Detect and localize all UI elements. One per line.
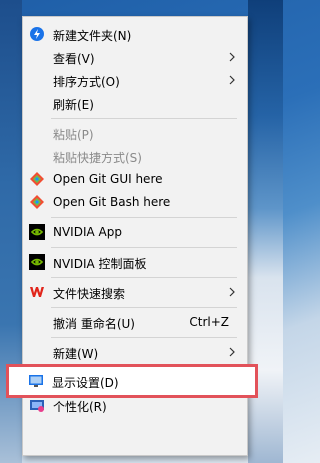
menu-item-label: 查看(V) [53, 52, 95, 66]
chevron-right-icon [227, 344, 237, 360]
menu-item-label: 新建(W) [53, 347, 99, 361]
chevron-right-icon [227, 72, 237, 88]
monitor-icon [28, 373, 44, 389]
menu-item-new-folder[interactable]: 新建文件夹(N) [23, 23, 247, 46]
chevron-right-icon [227, 284, 237, 300]
menu-item-label: 刷新(E) [53, 98, 94, 112]
nvidia-icon [29, 254, 45, 270]
nvidia-icon [29, 224, 45, 240]
menu-item-shortcut: Ctrl+Z [189, 315, 229, 329]
git-diamond-icon [29, 194, 45, 210]
menu-item-label: 文件快速搜索 [53, 287, 126, 301]
chevron-right-icon [227, 49, 237, 65]
menu-item-paste[interactable]: 粘贴(P) [23, 122, 247, 145]
personalize-icon [29, 397, 45, 413]
menu-separator [51, 217, 237, 218]
menu-separator [51, 337, 237, 338]
menu-separator [51, 118, 237, 119]
menu-separator [51, 247, 237, 248]
menu-item-display-settings[interactable]: 显示设置(D) [6, 364, 258, 398]
menu-item-paste-shortcut[interactable]: 粘贴快捷方式(S) [23, 145, 247, 168]
menu-item-label: NVIDIA 控制面板 [53, 257, 147, 271]
menu-item-label: NVIDIA App [53, 225, 122, 239]
menu-item-view[interactable]: 查看(V) [23, 46, 247, 69]
menu-item-file-search[interactable]: 文件快速搜索 [23, 281, 247, 304]
menu-item-refresh[interactable]: 刷新(E) [23, 92, 247, 115]
menu-separator [51, 277, 237, 278]
menu-item-label: 排序方式(O) [53, 75, 120, 89]
wps-icon [29, 284, 45, 300]
menu-item-label: 粘贴快捷方式(S) [53, 151, 142, 165]
menu-separator [51, 307, 237, 308]
menu-item-label: 撤消 重命名(U) [53, 317, 135, 331]
menu-item-label: 个性化(R) [53, 400, 107, 414]
menu-item-undo-rename[interactable]: 撤消 重命名(U) Ctrl+Z [23, 311, 247, 334]
menu-item-label: 显示设置(D) [52, 376, 119, 390]
menu-item-new[interactable]: 新建(W) [23, 341, 247, 364]
menu-item-nvidia-app[interactable]: NVIDIA App [23, 221, 247, 244]
menu-item-git-gui[interactable]: Open Git GUI here [23, 168, 247, 191]
menu-item-git-bash[interactable]: Open Git Bash here [23, 191, 247, 214]
git-diamond-icon [29, 171, 45, 187]
lightning-circle-icon [29, 26, 45, 42]
menu-item-label: 粘贴(P) [53, 128, 94, 142]
menu-item-sort-by[interactable]: 排序方式(O) [23, 69, 247, 92]
menu-item-label: Open Git GUI here [53, 172, 163, 186]
menu-item-label: 新建文件夹(N) [53, 29, 132, 43]
menu-item-nvidia-control-panel[interactable]: NVIDIA 控制面板 [23, 251, 247, 274]
menu-item-label: Open Git Bash here [53, 195, 171, 209]
